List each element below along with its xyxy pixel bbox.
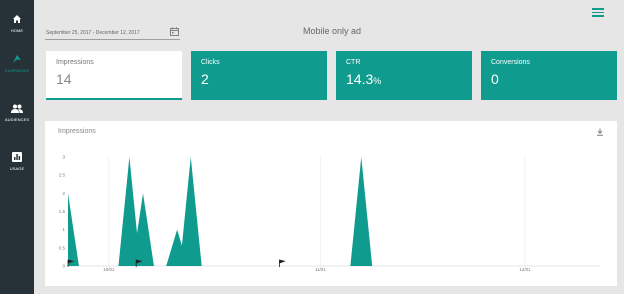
kpi-conversions-label: Conversions [491,59,530,66]
data-spike [350,157,373,266]
kpi-conversions-value: 0 [491,71,499,87]
kpi-impressions-label: Impressions [56,59,94,66]
x-tick-label: 11/01 [315,267,326,272]
x-tick-label: 12/01 [519,267,531,272]
usage-icon [12,152,22,162]
kpi-impressions-value: 14 [56,71,72,87]
home-icon [13,15,21,23]
date-range-picker[interactable]: September 25, 2017 - December 12, 2017 [45,26,180,40]
calendar-icon[interactable] [170,27,179,36]
y-tick-label: 1 [62,227,65,232]
audience-icon [11,104,23,113]
page-title: Mobile only ad [303,26,362,36]
nav-home[interactable]: HOME [0,14,34,54]
kpi-impressions[interactable]: Impressions 14 [46,51,182,100]
y-tick-label: 0 [62,264,65,269]
y-tick-label: 3 [62,155,65,160]
data-spike [179,157,202,266]
sidebar: HOME CAMPAIGNS AUDIENCES USAGE [0,0,34,294]
y-tick-label: 2.5 [59,173,66,178]
y-tick-label: 0.5 [59,245,66,250]
nav-home-label: HOME [10,28,24,33]
nav-usage[interactable]: USAGE [0,152,34,192]
impressions-chart-card: Impressions 0 0.5 1 1.5 2 2.5 3 10/01 11/01 12/01 [45,121,617,286]
impressions-chart: 0 0.5 1 1.5 2 2.5 3 10/01 11/01 12/01 [59,155,600,272]
nav-audiences-label: AUDIENCES [4,117,30,122]
nav-audiences[interactable]: AUDIENCES [0,104,34,144]
nav-usage-label: USAGE [9,166,25,171]
campaign-icon [13,55,21,63]
y-tick-label: 2 [62,191,65,196]
kpi-ctr-number: 14.3 [346,71,374,87]
data-spike [68,193,79,266]
x-tick-label: 10/01 [103,267,115,272]
date-range-text: September 25, 2017 - December 12, 2017 [46,30,140,36]
nav-campaigns-label: CAMPAIGNS [4,68,30,73]
kpi-ctr-label: CTR [346,59,361,66]
kpi-conversions[interactable]: Conversions 0 [481,51,617,100]
kpi-ctr-suffix: % [373,76,382,86]
kpi-ctr-value: 14.3% [346,71,381,87]
kpi-clicks[interactable]: Clicks 2 [191,51,327,100]
kpi-clicks-label: Clicks [201,59,220,66]
kpi-clicks-value: 2 [201,71,209,87]
nav-campaigns[interactable]: CAMPAIGNS [0,54,34,94]
y-tick-label: 1.5 [59,209,66,214]
kpi-ctr[interactable]: CTR 14.3% [336,51,472,100]
hamburger-menu-icon[interactable] [592,8,604,18]
